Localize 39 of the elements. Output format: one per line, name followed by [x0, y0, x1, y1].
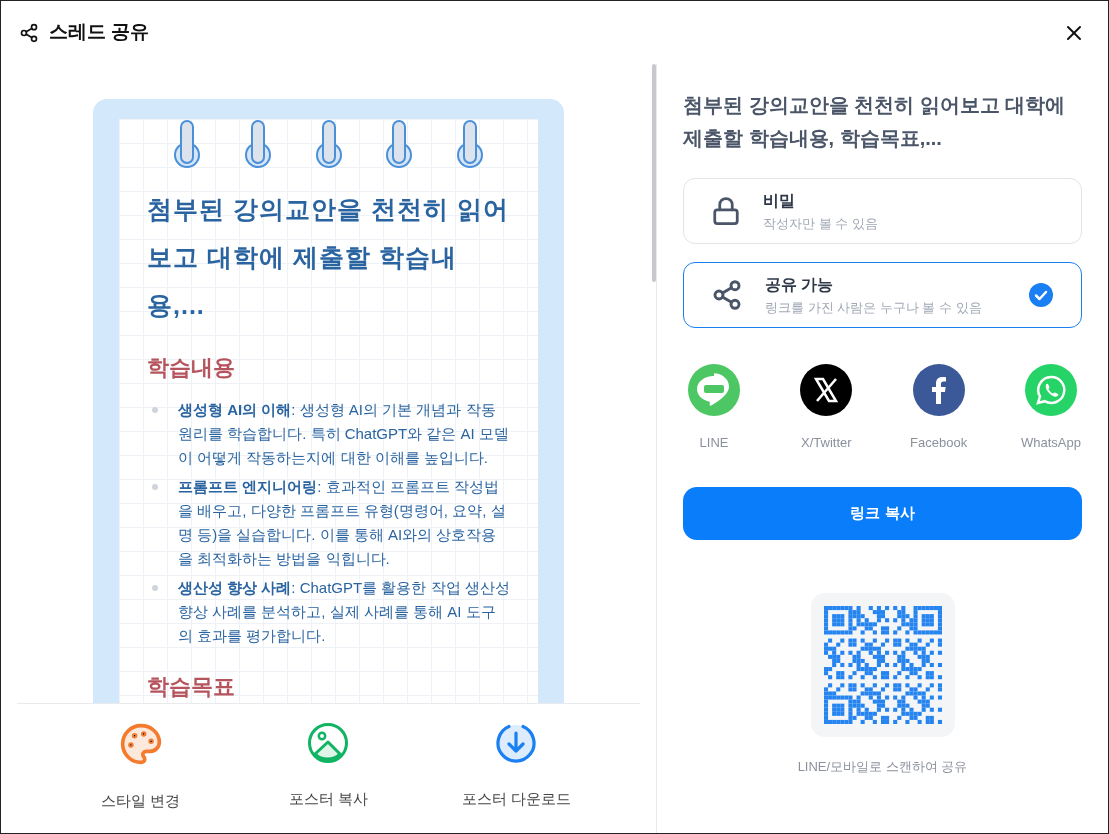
section-heading: 학습목표: [147, 673, 236, 701]
download-icon[interactable]: [495, 722, 538, 764]
chat-bubble-icon[interactable]: [687, 363, 741, 417]
binder-ring-icon: [314, 119, 343, 169]
action-button[interactable]: 스타일 변경: [60, 722, 221, 813]
bullet-icon: [152, 484, 158, 490]
option-label: 비밀: [763, 190, 796, 211]
binder-ring-icon: [173, 119, 201, 169]
bullet-text: 생성형 AI의 이해: 생성형 AI의 기본 개념과 작동 원리를 학습합니다. 특히 ChatGPT와 같은 AI 모델이 어떻게 작동하는지에 대한 이해를 높입니다.: [178, 400, 510, 468]
bullet-icon: [152, 585, 158, 591]
dialog-title: 스레드 공유: [49, 20, 150, 45]
lock-icon: [711, 196, 741, 226]
visibility-option[interactable]: 비밀 작성자만 볼 수 있음: [683, 178, 1082, 244]
f-logo-icon[interactable]: [911, 363, 966, 417]
bullet-text: 생산성 향상 사례: ChatGPT를 활용한 작업 생산성 향상 사례를 분석하고, 실제 사례를 통해 AI 도구의 효과를 평가합니다.: [178, 578, 510, 646]
poster-title: 첨부된 강의교안을 천천히 읽어보고 대학에 제출할 학습내용,...: [147, 194, 510, 321]
phone-bubble-icon[interactable]: [1024, 363, 1078, 417]
action-button[interactable]: 포스터 복사: [248, 722, 409, 811]
scrollbar[interactable]: [652, 64, 656, 282]
palette-icon[interactable]: [118, 722, 163, 766]
copy-link-button[interactable]: 링크 복사: [683, 486, 1082, 540]
binder-ring-icon: [243, 119, 272, 169]
action-button[interactable]: 포스터 다운로드: [436, 722, 597, 811]
picture-icon[interactable]: [307, 722, 350, 764]
option-description: 링크를 가진 사람은 누구나 볼 수 있음: [765, 298, 983, 317]
x-logo-icon[interactable]: [799, 363, 854, 417]
thread-title: 첨부된 강의교안을 천천히 읽어보고 대학에 제출할 학습내용, 학습목표,...: [683, 93, 1067, 151]
bullet-icon: [152, 407, 158, 413]
option-description: 작성자만 볼 수 있음: [763, 214, 879, 233]
binder-ring-icon: [456, 119, 484, 169]
qr-caption: LINE/모바일로 스캔하여 공유: [797, 757, 968, 776]
binder-ring-icon: [385, 119, 414, 169]
share-icon: [19, 22, 39, 43]
check-icon: [1028, 282, 1054, 308]
bullet-text: 프롬프트 엔지니어링: 효과적인 프롬프트 작성법을 배우고, 다양한 프롬프트 유형(명령어, 요약, 설명 등)을 실습합니다. 이를 통해 AI와의 상호작용을 최적화하는 방법을 익힙니다.: [178, 477, 507, 569]
visibility-option[interactable]: 공유 가능 링크를 가진 사람은 누구나 볼 수 있음: [683, 262, 1082, 328]
section-heading: 학습내용: [147, 354, 236, 382]
option-label: 공유 가능: [765, 274, 835, 295]
share-icon: [711, 279, 743, 311]
